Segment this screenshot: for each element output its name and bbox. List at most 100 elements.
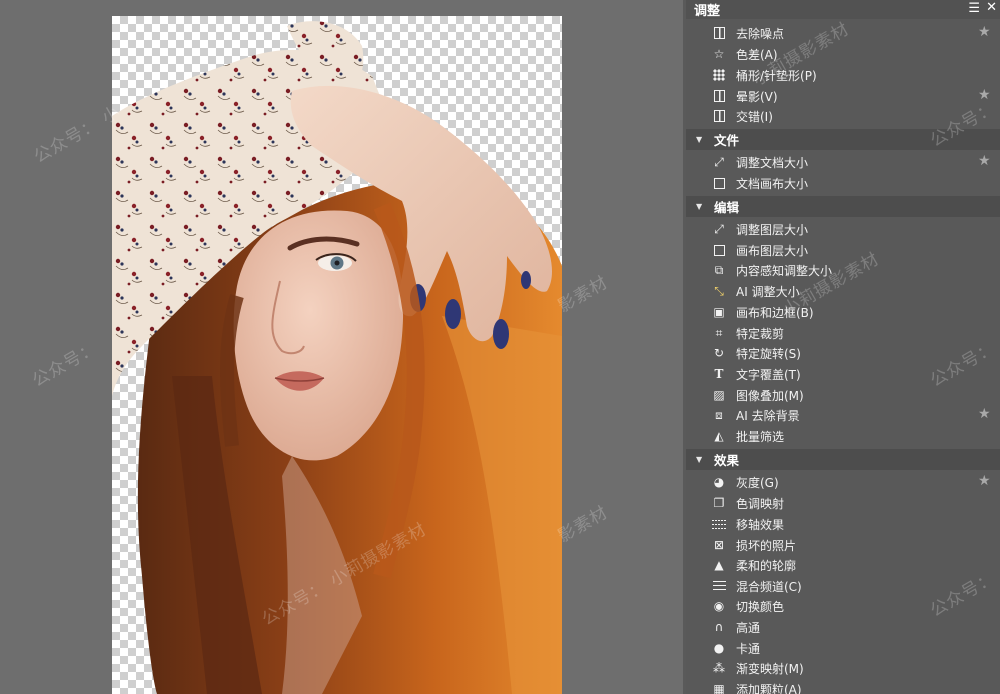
item-label: 渐变映射(M) [736, 662, 804, 676]
item-label: 特定旋转(S) [736, 347, 801, 361]
collapse-triangle-icon: ▼ [696, 202, 703, 211]
item-label: 文字覆盖(T) [736, 368, 801, 382]
collapse-triangle-icon: ▼ [696, 455, 703, 464]
menu-item-text-overlay[interactable]: T 文字覆盖(T) [686, 364, 1000, 384]
menu-item-resize-layer[interactable]: ⤢ 调整图层大小 [686, 219, 1000, 239]
item-label: 特定裁剪 [736, 327, 785, 341]
item-label: 内容感知调整大小 [736, 264, 833, 278]
item-label: 图像叠加(M) [736, 389, 804, 403]
menu-item-specific-rotate[interactable]: ↻ 特定旋转(S) [686, 343, 1000, 363]
dot-grid-icon [712, 68, 726, 82]
section-header-edit[interactable]: ▼ 编辑 [686, 196, 1000, 217]
section-header-effects[interactable]: ▼ 效果 [686, 449, 1000, 470]
section-label: 效果 [714, 453, 740, 468]
menu-item-document-canvas-size[interactable]: 文档画布大小 [686, 173, 1000, 193]
rotate-icon: ↻ [713, 346, 725, 360]
swap-color-icon: ◉ [713, 599, 725, 613]
canvas-square-icon [712, 176, 726, 190]
section-header-file[interactable]: ▼ 文件 [686, 129, 1000, 150]
item-label: 画布图层大小 [736, 244, 809, 258]
item-label: 调整文档大小 [736, 156, 809, 170]
menu-item-barrel-pincushion[interactable]: 桶形/针垫形(P) [686, 65, 1000, 85]
menu-item-canvas-layer-size[interactable]: 画布图层大小 [686, 240, 1000, 260]
menu-item-swap-color[interactable]: ◉ 切换颜色 [686, 596, 1000, 616]
item-label: 色差(A) [736, 48, 778, 62]
menu-item-canvas-border[interactable]: ▣ 画布和边框(B) [686, 302, 1000, 322]
close-icon[interactable]: ✕ [986, 0, 997, 15]
menu-item-soft-edge[interactable]: ▲ 柔和的轮廓 [686, 555, 1000, 575]
menu-item-resize-document[interactable]: ⤢ 调整文档大小 ★ [686, 152, 1000, 172]
mix-channel-icon [712, 579, 726, 593]
menu-item-mix-channel[interactable]: 混合频道(C) [686, 576, 1000, 596]
panel-header: 调整 ☰ ✕ [686, 0, 1000, 19]
item-label: 色调映射 [736, 497, 785, 511]
canvas-area[interactable]: 公众号： 小 公众号： 公众号： 小莉摄影素材 影素材 影素材 [0, 0, 683, 694]
watermark-text: 公众号： [29, 338, 102, 392]
item-label: 桶形/针垫形(P) [736, 69, 817, 83]
menu-item-ai-remove-background[interactable]: ⧈ AI 去除背景 ★ [686, 405, 1000, 425]
item-label: 批量筛选 [736, 430, 785, 444]
favorite-star-icon[interactable]: ★ [978, 153, 991, 169]
favorite-star-icon[interactable]: ★ [978, 87, 991, 103]
section-label: 编辑 [714, 200, 740, 215]
cartoon-icon: ● [713, 641, 725, 655]
hamburger-menu-icon[interactable]: ☰ [968, 1, 980, 16]
ai-resize-icon: ⤡ [714, 284, 724, 298]
panel-title: 调整 [694, 4, 721, 19]
menu-item-batch-filter[interactable]: ◭ 批量筛选 [686, 426, 1000, 446]
menu-item-grayscale[interactable]: ◕ 灰度(G) ★ [686, 472, 1000, 492]
item-label: AI 调整大小 [736, 285, 800, 299]
adjustments-panel: 调整 ☰ ✕ 去除噪点 ★ ☆ 色差(A) 桶形/针垫形(P) 晕影(V) ★ … [686, 0, 1000, 694]
watermark-text: 公众号： 小 [30, 101, 125, 168]
item-label: 损坏的照片 [736, 539, 797, 553]
menu-item-content-aware-resize[interactable]: ⧉ 内容感知调整大小 [686, 260, 1000, 280]
menu-item-tilt-shift[interactable]: 移轴效果 [686, 514, 1000, 534]
menu-item-damaged-photo[interactable]: ⊠ 损坏的照片 [686, 535, 1000, 555]
menu-item-image-overlay[interactable]: ▨ 图像叠加(M) [686, 385, 1000, 405]
item-label: 晕影(V) [736, 90, 778, 104]
menu-item-interlace[interactable]: 交错(I) [686, 106, 1000, 126]
frame-icon: ▣ [713, 305, 725, 319]
favorite-star-icon[interactable]: ★ [978, 473, 991, 489]
item-label: 高通 [736, 621, 761, 635]
item-label: 柔和的轮廓 [736, 559, 797, 573]
item-label: 灰度(G) [736, 476, 779, 490]
canvas-square-icon [712, 243, 726, 257]
item-label: 切换颜色 [736, 600, 785, 614]
star-outline-icon: ☆ [713, 47, 725, 61]
ai-remove-bg-icon: ⧈ [715, 408, 723, 422]
menu-item-tone-mapping[interactable]: ❐ 色调映射 [686, 493, 1000, 513]
interlace-icon [712, 109, 726, 123]
menu-item-specific-crop[interactable]: ⌗ 特定裁剪 [686, 323, 1000, 343]
content-aware-icon: ⧉ [714, 263, 724, 277]
item-label: 交错(I) [736, 110, 773, 124]
tone-map-icon: ❐ [713, 496, 725, 510]
item-label: 文档画布大小 [736, 177, 809, 191]
image-layer[interactable] [112, 16, 562, 694]
menu-item-vignette[interactable]: 晕影(V) ★ [686, 86, 1000, 106]
collapse-triangle-icon: ▼ [696, 135, 703, 144]
image-overlay-icon: ▨ [713, 388, 725, 402]
batch-filter-icon: ◭ [714, 429, 724, 443]
tilt-shift-icon [712, 517, 726, 531]
favorite-star-icon[interactable]: ★ [978, 24, 991, 40]
resize-arrows-icon: ⤢ [714, 155, 724, 169]
menu-item-add-grain[interactable]: ▦ 添加颗粒(A) [686, 679, 1000, 694]
favorite-star-icon[interactable]: ★ [978, 406, 991, 422]
item-label: 添加颗粒(A) [736, 683, 802, 694]
cutout-portrait-image [112, 21, 562, 694]
menu-item-denoise[interactable]: 去除噪点 ★ [686, 23, 1000, 43]
item-label: 混合频道(C) [736, 580, 802, 594]
damaged-photo-icon: ⊠ [713, 538, 725, 552]
menu-item-cartoon[interactable]: ● 卡通 [686, 638, 1000, 658]
gradient-map-icon: ⁂ [713, 661, 725, 675]
add-grain-icon: ▦ [713, 682, 725, 694]
menu-item-ai-resize[interactable]: ⤡ AI 调整大小 [686, 281, 1000, 301]
soft-edge-icon: ▲ [714, 558, 724, 572]
menu-item-gradient-map[interactable]: ⁂ 渐变映射(M) [686, 658, 1000, 678]
denoise-icon [712, 26, 726, 40]
resize-arrows-icon: ⤢ [714, 222, 724, 236]
menu-item-high-pass[interactable]: ∩ 高通 [686, 617, 1000, 637]
crop-icon: ⌗ [715, 326, 723, 340]
menu-item-chromatic-aberration[interactable]: ☆ 色差(A) [686, 44, 1000, 64]
